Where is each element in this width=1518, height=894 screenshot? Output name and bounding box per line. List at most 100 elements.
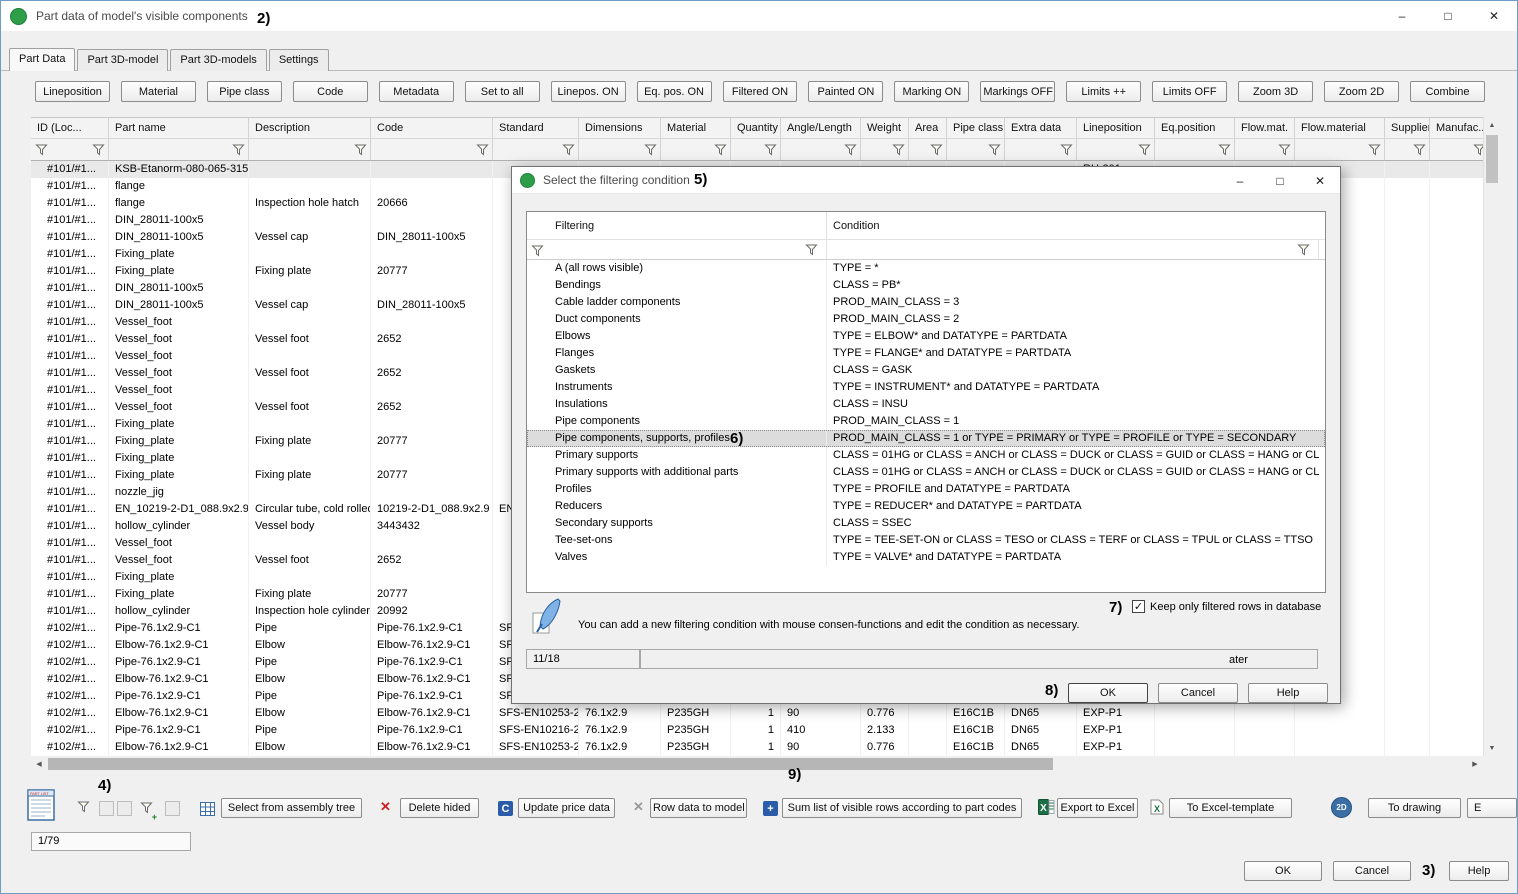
column-header-standard[interactable]: Standard	[493, 118, 579, 138]
filter-icon[interactable]	[531, 244, 544, 262]
close-icon[interactable]: ✕	[1471, 1, 1517, 31]
filter-condition-row[interactable]: Primary supportsCLASS = 01HG or CLASS = …	[527, 447, 1325, 464]
row-data-to-model-icon[interactable]: ✕	[633, 799, 644, 815]
filter-placeholder-button[interactable]	[117, 801, 132, 816]
filter-icon[interactable]	[1413, 143, 1426, 161]
filter-icon[interactable]	[1473, 143, 1483, 161]
table-row[interactable]: #102/#1...Elbow-76.1x2.9-C1ElbowElbow-76…	[31, 739, 1483, 756]
column-filter-cell[interactable]	[661, 139, 731, 160]
column-header-supplier[interactable]: Supplier	[1385, 118, 1430, 138]
filter-condition-row[interactable]: InstrumentsTYPE = INSTRUMENT* and DATATY…	[527, 379, 1325, 396]
maximize-icon[interactable]: □	[1425, 1, 1471, 31]
column-header-pipe-class[interactable]: Pipe class	[947, 118, 1005, 138]
filter-icon[interactable]	[892, 143, 905, 161]
column-header-angle-length[interactable]: Angle/Length	[781, 118, 861, 138]
column-filter-cell[interactable]	[1295, 139, 1385, 160]
filter-icon[interactable]	[232, 143, 245, 161]
sum-list-button[interactable]: Sum list of visible rows according to pa…	[782, 798, 1022, 818]
scroll-right-icon[interactable]: ▶	[1467, 756, 1483, 772]
column-filter-cell[interactable]	[109, 139, 249, 160]
filter-condition-row[interactable]: Duct componentsPROD_MAIN_CLASS = 2	[527, 311, 1325, 328]
filter-placeholder-button[interactable]	[165, 801, 180, 816]
column-filter-cell[interactable]	[493, 139, 579, 160]
column-filter-cell[interactable]	[1155, 139, 1235, 160]
filter-icon[interactable]	[1138, 143, 1151, 161]
filter-icon[interactable]	[92, 143, 105, 161]
column-filter-cell[interactable]	[371, 139, 493, 160]
toolbar-button-zoom-2d[interactable]: Zoom 2D	[1324, 81, 1399, 102]
column-header-filtering[interactable]: Filtering	[527, 212, 827, 239]
tab-part-data[interactable]: Part Data	[9, 48, 75, 71]
filter-icon[interactable]	[562, 143, 575, 161]
column-header-code[interactable]: Code	[371, 118, 493, 138]
export-to-excel-button[interactable]: Export to Excel	[1057, 798, 1138, 818]
column-header-area[interactable]: Area	[909, 118, 947, 138]
filter-icon[interactable]	[930, 143, 943, 161]
filter-icon[interactable]	[476, 143, 489, 161]
excel-template-icon[interactable]: X	[1150, 799, 1164, 815]
truncated-button[interactable]: E	[1467, 798, 1517, 818]
column-filter-cell[interactable]	[731, 139, 781, 160]
dialog-cancel-button[interactable]: Cancel	[1158, 683, 1238, 703]
column-filter-cell[interactable]	[1235, 139, 1295, 160]
excel-icon[interactable]: X	[1038, 799, 1055, 815]
column-header-flow-material[interactable]: Flow.material	[1295, 118, 1385, 138]
dialog-maximize-icon[interactable]: □	[1260, 167, 1300, 194]
table-row[interactable]: #102/#1...Pipe-76.1x2.9-C1PipePipe-76.1x…	[31, 722, 1483, 739]
filter-condition-row[interactable]: ValvesTYPE = VALVE* and DATATYPE = PARTD…	[527, 549, 1325, 566]
delete-hided-icon[interactable]: ✕	[380, 799, 391, 815]
price-data-icon[interactable]: C	[498, 801, 513, 816]
filter-condition-row[interactable]: GasketsCLASS = GASK	[527, 362, 1325, 379]
column-filter-cell[interactable]	[1430, 139, 1483, 160]
column-filter-cell[interactable]	[1077, 139, 1155, 160]
tab-part-3d-model[interactable]: Part 3D-model	[77, 49, 168, 71]
filter-condition-row[interactable]: FlangesTYPE = FLANGE* and DATATYPE = PAR…	[527, 345, 1325, 362]
column-header-lineposition[interactable]: Lineposition	[1077, 118, 1155, 138]
toolbar-button-lineposition[interactable]: Lineposition	[35, 81, 110, 102]
minimize-icon[interactable]: –	[1379, 1, 1425, 31]
column-filter-cell[interactable]	[781, 139, 861, 160]
column-filter-cell[interactable]	[1005, 139, 1077, 160]
filter-condition-row[interactable]: Cable ladder componentsPROD_MAIN_CLASS =…	[527, 294, 1325, 311]
filter-icon[interactable]	[1297, 243, 1310, 261]
column-filter-cell[interactable]	[1385, 139, 1430, 160]
toolbar-button-markings-off[interactable]: Markings OFF	[980, 81, 1055, 102]
row-data-to-model-button[interactable]: Row data to model	[650, 798, 747, 818]
column-header-flow-mat[interactable]: Flow.mat.	[1235, 118, 1295, 138]
filter-condition-row[interactable]: ProfilesTYPE = PROFILE and DATATYPE = PA…	[527, 481, 1325, 498]
vertical-scrollbar[interactable]: ▲ ▼	[1483, 117, 1499, 756]
horizontal-scrollbar[interactable]: ◀ ▶	[31, 756, 1483, 772]
filter-icon[interactable]	[805, 243, 818, 261]
horizontal-scroll-thumb[interactable]	[48, 758, 1053, 770]
filter-icon[interactable]	[1218, 143, 1231, 161]
filter-icon[interactable]	[1060, 143, 1073, 161]
update-price-data-button[interactable]: Update price data	[518, 798, 615, 818]
filter-icon[interactable]	[77, 801, 90, 813]
toolbar-button-painted-on[interactable]: Painted ON	[808, 81, 883, 102]
filter-condition-row[interactable]: A (all rows visible)TYPE = *	[527, 260, 1325, 277]
scroll-up-icon[interactable]: ▲	[1484, 117, 1500, 133]
column-filter-cell[interactable]	[947, 139, 1005, 160]
toolbar-button-material[interactable]: Material	[121, 81, 196, 102]
filter-icon[interactable]	[988, 143, 1001, 161]
column-header-extra-data[interactable]: Extra data	[1005, 118, 1077, 138]
filter-condition-row[interactable]: Pipe components, supports, profilesPROD_…	[527, 430, 1325, 447]
column-header-condition[interactable]: Condition	[827, 212, 1319, 239]
toolbar-button-filtered-on[interactable]: Filtered ON	[723, 81, 798, 102]
checkbox-box[interactable]	[1132, 600, 1145, 613]
column-header-material[interactable]: Material	[661, 118, 731, 138]
tab-settings[interactable]: Settings	[269, 49, 329, 71]
vertical-scroll-thumb[interactable]	[1486, 135, 1498, 183]
tab-part-3d-models[interactable]: Part 3D-models	[170, 49, 266, 71]
filter-icon[interactable]	[764, 143, 777, 161]
filter-condition-row[interactable]: Pipe componentsPROD_MAIN_CLASS = 1	[527, 413, 1325, 430]
filter-condition-row[interactable]: ReducersTYPE = REDUCER* and DATATYPE = P…	[527, 498, 1325, 515]
filter-icon[interactable]	[844, 143, 857, 161]
toolbar-button-combine[interactable]: Combine	[1410, 81, 1485, 102]
to-excel-template-button[interactable]: To Excel-template	[1169, 798, 1292, 818]
delete-hided-button[interactable]: Delete hided	[400, 798, 479, 818]
column-header-dimensions[interactable]: Dimensions	[579, 118, 661, 138]
filter-condition-row[interactable]: Tee-set-onsTYPE = TEE-SET-ON or CLASS = …	[527, 532, 1325, 549]
filter-condition-row[interactable]: BendingsCLASS = PB*	[527, 277, 1325, 294]
toolbar-button-limits[interactable]: Limits ++	[1066, 81, 1141, 102]
